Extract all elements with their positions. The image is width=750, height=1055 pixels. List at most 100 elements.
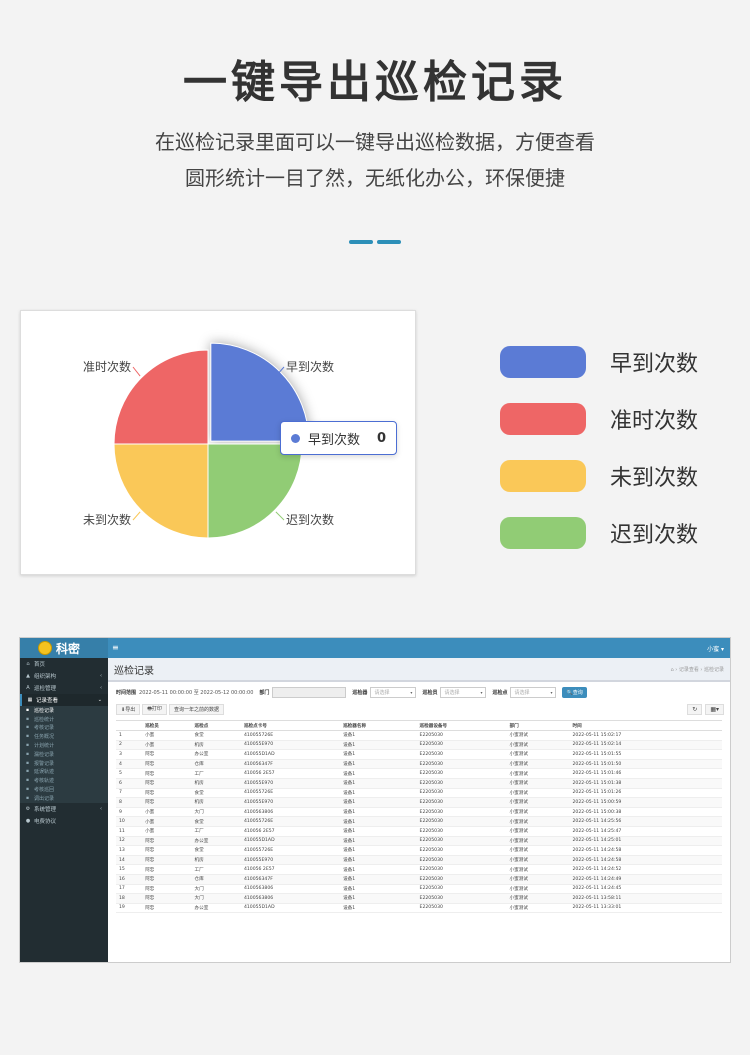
- table-row[interactable]: 3 阿忠 办公室 410055D1AD 设备1 E2205030 小蜜测试 2022-05-1…: [116, 749, 722, 760]
- table-row[interactable]: 10 小蜜 食堂 410055726E 设备1 E2205030 小蜜测试 2022-05-1…: [116, 816, 722, 827]
- table-row[interactable]: 17 阿忠 大门 4100563806 设备1 E2205030 小蜜测试 2022-05-1…: [116, 884, 722, 895]
- table-row[interactable]: 6 阿忠 机房 410055E970 设备1 E2205030 小蜜测试 2022-05-11…: [116, 778, 722, 789]
- print-button[interactable]: 🖶打印: [142, 704, 167, 715]
- legend-swatch: [500, 460, 586, 492]
- export-button[interactable]: ⬇导出: [116, 704, 141, 715]
- table-cell: 410056347F: [240, 759, 341, 770]
- sidebar-subitem[interactable]: ▪ 漏检记录: [20, 749, 108, 759]
- sidebar-subitem[interactable]: ▪ 延误轨迹: [20, 767, 108, 777]
- sidebar-subitem[interactable]: ▪ 考核轨迹: [20, 776, 108, 786]
- table-cell: E2205030: [416, 864, 507, 875]
- table-cell: E2205030: [416, 768, 507, 779]
- sidebar-subitem[interactable]: ▪ 考核巡回: [20, 785, 108, 794]
- sidebar-subitem-label: 考核记录: [34, 725, 55, 732]
- table-row[interactable]: 4 阿忠 仓库 410056347F 设备1 E2205030 小蜜测试 2022-05-11…: [116, 759, 722, 770]
- tooltip-label: 早到次数: [308, 432, 361, 448]
- table-row[interactable]: 14 阿忠 机房 410055E970 设备1 E2205030 小蜜测试 2022-05-1…: [116, 855, 722, 866]
- patroller-placeholder: 请选择: [374, 690, 390, 696]
- sidebar-item[interactable]: ⌂ 首页: [20, 658, 108, 670]
- sidebar-item[interactable]: ● 电费协议: [20, 815, 108, 827]
- main-content: 巡检记录 ⌂ › 记录查看 › 巡检记录 时间范围 2022-05-11 00:…: [108, 658, 730, 962]
- table-row[interactable]: 2 小蜜 机房 410055E970 设备1 E2205030 小蜜测试 2022-05-11…: [116, 740, 722, 751]
- sidebar-subitem[interactable]: ▪ 任务概况: [20, 732, 108, 742]
- table-row[interactable]: 18 阿忠 大门 4100563806 设备1 E2205030 小蜜测试 2022-05-1…: [116, 893, 722, 904]
- route-label: 巡检员: [422, 690, 438, 696]
- sidebar-subitem[interactable]: ▪ 巡检记录: [20, 706, 108, 715]
- table-cell: 小蜜测试: [506, 874, 570, 885]
- column-header[interactable]: 巡检点卡号: [240, 720, 341, 731]
- sidebar-subitem[interactable]: ▪ 考核记录: [20, 723, 108, 733]
- chevron-icon: ‹: [100, 673, 102, 679]
- table-row[interactable]: 5 阿忠 工厂 410056 2E57 设备1 E2205030 小蜜测试 2022-05-1…: [116, 768, 722, 779]
- table-cell: 食堂: [191, 816, 241, 827]
- sidebar-item[interactable]: ⚙ 系统管理 ‹: [20, 803, 108, 815]
- column-header[interactable]: 时间: [569, 720, 722, 731]
- list-icon: ▪: [26, 778, 30, 784]
- chevron-icon: ‹: [100, 805, 102, 812]
- menu-toggle-icon[interactable]: ≡: [112, 643, 119, 652]
- pie-leader-line: [132, 511, 141, 521]
- column-header[interactable]: 巡检点: [191, 720, 241, 731]
- sidebar-subitem[interactable]: ▪ 计划统计: [20, 741, 108, 750]
- table-cell: 设备1: [340, 768, 417, 779]
- column-header[interactable]: 部门: [506, 720, 570, 731]
- refresh-icon[interactable]: ↻: [687, 704, 703, 715]
- table-cell: 设备1: [340, 855, 417, 866]
- dept-input[interactable]: [272, 687, 347, 698]
- query-year-button[interactable]: 查询一年之前的数据: [168, 704, 224, 715]
- table-cell: 2022-05-11 14:24:52: [569, 864, 722, 875]
- table-cell: E2205030: [416, 845, 507, 856]
- table-cell: E2205030: [416, 855, 507, 866]
- sidebar-item[interactable]: ▲ 组织架构 ‹: [20, 670, 108, 682]
- table-row[interactable]: 1 小蜜 食堂 410055726E 设备1 E2205030 小蜜测试 2022-05-11…: [116, 730, 722, 741]
- table-row[interactable]: 11 小蜜 工厂 410056 2E57 设备1 E2205030 小蜜测试 2022-05-…: [116, 826, 722, 837]
- content-title: 巡检记录: [114, 666, 154, 677]
- table-cell: 阿忠: [142, 749, 192, 760]
- sidebar-subitem[interactable]: ▪ 报警记录: [20, 758, 108, 768]
- table-cell: 设备1: [340, 797, 417, 808]
- point-select[interactable]: 请选择 ▾: [510, 687, 557, 698]
- table-cell: 15: [116, 864, 143, 875]
- title-divider: [349, 240, 373, 244]
- table-row[interactable]: 16 阿忠 仓库 410056347F 设备1 E2205030 小蜜测试 2022-05-1…: [116, 874, 722, 885]
- sidebar-subitem-label: 巡检记录: [34, 707, 55, 714]
- table-cell: 阿忠: [142, 797, 192, 808]
- sidebar-item-label: 巡检管理: [34, 686, 57, 692]
- table-cell: E2205030: [416, 826, 507, 837]
- table-cell: 工厂: [191, 768, 241, 779]
- column-header[interactable]: [116, 720, 143, 731]
- sidebar-item[interactable]: A 巡检管理 ‹: [20, 682, 108, 694]
- patroller-select[interactable]: 请选择 ▾: [370, 687, 417, 698]
- column-header[interactable]: 巡检器名称: [340, 720, 417, 731]
- route-select[interactable]: 请选择 ▾: [440, 687, 487, 698]
- table-cell: 17: [116, 884, 143, 895]
- time-range-input[interactable]: 2022-05-11 00:00:00 至 2022-05-12 00:00:0…: [139, 689, 253, 696]
- table-row[interactable]: 15 阿忠 工厂 410056 2E57 设备1 E2205030 小蜜测试 2022-05-…: [116, 864, 722, 875]
- table-cell: 3: [116, 749, 143, 760]
- table-row[interactable]: 8 阿忠 机房 410055E970 设备1 E2205030 小蜜测试 2022-05-11…: [116, 797, 722, 808]
- column-header[interactable]: 巡检器设备号: [416, 720, 507, 731]
- table-row[interactable]: 7 阿忠 食堂 410055726E 设备1 E2205030 小蜜测试 2022-05-11…: [116, 788, 722, 799]
- list-icon: ▪: [26, 751, 30, 757]
- column-header[interactable]: 巡检员: [142, 720, 192, 731]
- table-cell: 阿忠: [142, 884, 192, 895]
- query-button[interactable]: 🔍查询: [562, 687, 587, 698]
- pie-slice-label: 准时次数: [83, 359, 131, 374]
- table-row[interactable]: 19 阿忠 办公室 410055D1AD 设备1 E2205030 小蜜测试 2022-05-…: [116, 903, 722, 914]
- sidebar-subitem[interactable]: ▪ 调出记录: [20, 793, 108, 803]
- point-placeholder: 请选择: [514, 690, 530, 696]
- table-cell: 410055E970: [240, 855, 341, 866]
- pie-slice-label: 早到次数: [286, 359, 334, 374]
- table-cell: E2205030: [416, 836, 507, 847]
- table-cell: 阿忠: [142, 855, 192, 866]
- table-row[interactable]: 12 阿忠 办公室 410055D1AD 设备1 E2205030 小蜜测试 2022-05-…: [116, 836, 722, 847]
- sidebar-item[interactable]: ▦ 记录查看 ⌄: [20, 694, 108, 706]
- table-row[interactable]: 9 小蜜 大门 4100563806 设备1 E2205030 小蜜测试 2022-05-11…: [116, 807, 722, 818]
- table-cell: 小蜜测试: [506, 778, 570, 789]
- sidebar-subitem[interactable]: ▪ 巡检统计: [20, 714, 108, 724]
- table-cell: 小蜜: [142, 816, 192, 827]
- table-cell: 2022-05-11 15:01:46: [569, 768, 722, 779]
- table-row[interactable]: 13 阿忠 食堂 410055726E 设备1 E2205030 小蜜测试 2022-05-1…: [116, 845, 722, 856]
- columns-icon[interactable]: ▦▾: [705, 704, 724, 715]
- user-menu[interactable]: 小蜜 ▾: [707, 644, 724, 653]
